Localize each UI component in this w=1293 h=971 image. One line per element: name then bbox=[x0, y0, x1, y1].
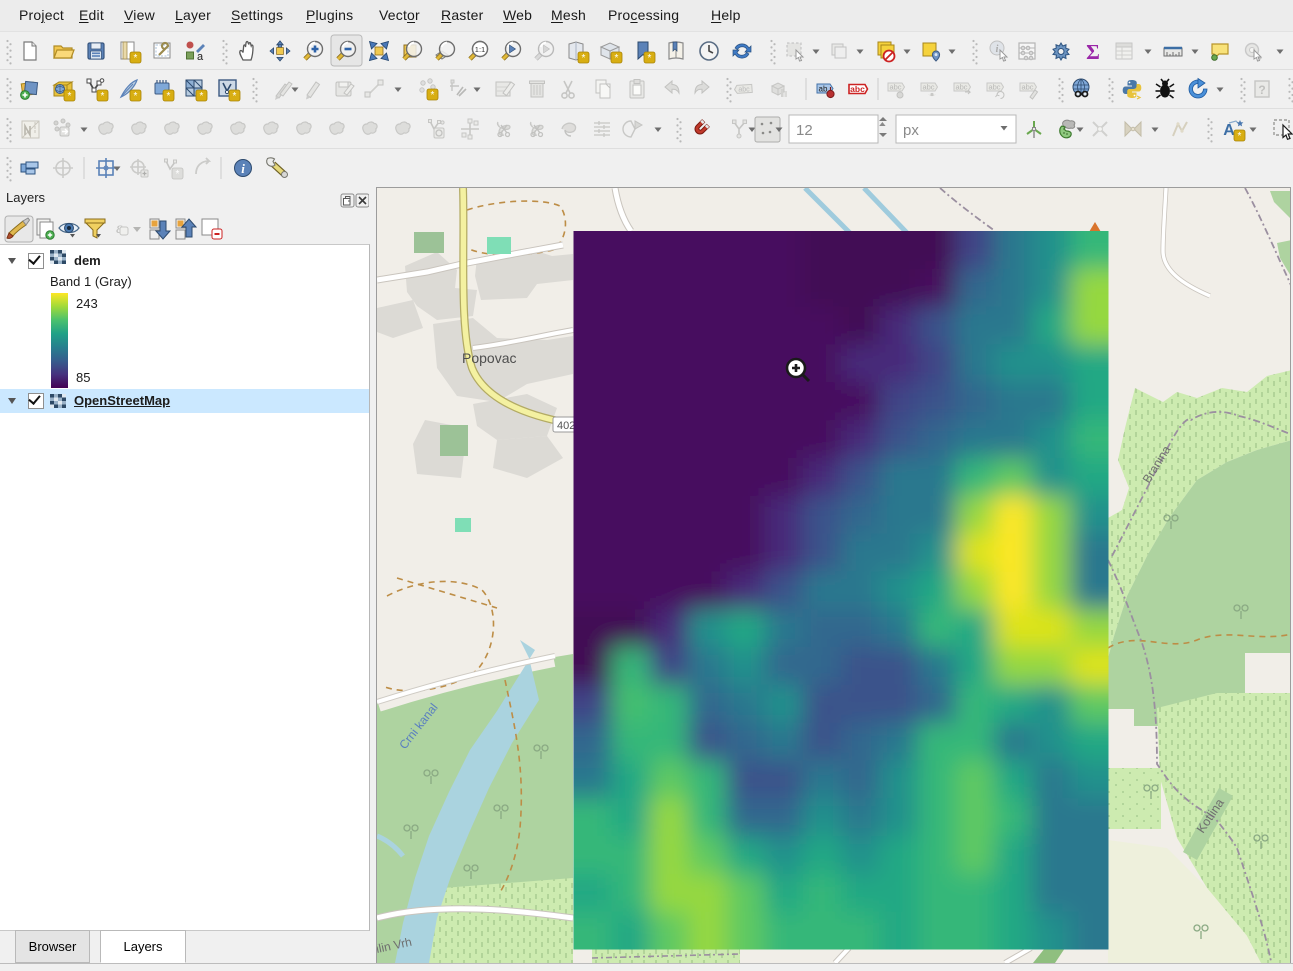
svg-text:*: * bbox=[134, 53, 138, 64]
svg-text:1:1: 1:1 bbox=[475, 45, 485, 54]
svg-text:Popovac: Popovac bbox=[462, 350, 516, 366]
svg-text:*: * bbox=[582, 53, 586, 64]
svg-text:*: * bbox=[200, 91, 204, 102]
svg-text:Σ: Σ bbox=[1086, 40, 1100, 64]
svg-text:*: * bbox=[68, 91, 72, 102]
svg-text:12: 12 bbox=[796, 122, 813, 139]
svg-text:abc: abc bbox=[988, 83, 1000, 92]
svg-text:ab: ab bbox=[819, 85, 828, 94]
svg-text:abc: abc bbox=[850, 84, 865, 94]
svg-text:*: * bbox=[176, 169, 180, 180]
svg-text:*: * bbox=[167, 91, 171, 102]
svg-text:i: i bbox=[241, 161, 245, 176]
svg-text:?: ? bbox=[1258, 83, 1265, 97]
svg-text:*: * bbox=[1238, 131, 1242, 142]
svg-text:abc: abc bbox=[1021, 83, 1033, 92]
svg-text:*: * bbox=[615, 53, 619, 64]
svg-text:abc: abc bbox=[889, 83, 901, 92]
svg-text:*: * bbox=[431, 90, 435, 101]
svg-text:*: * bbox=[101, 91, 105, 102]
svg-text:*: * bbox=[648, 53, 652, 64]
svg-text:abc: abc bbox=[922, 83, 934, 92]
svg-text:abc: abc bbox=[955, 83, 967, 92]
svg-text:402: 402 bbox=[557, 420, 575, 432]
svg-text:i: i bbox=[996, 44, 999, 55]
svg-text:px: px bbox=[903, 122, 919, 139]
svg-text:abc: abc bbox=[738, 87, 750, 94]
svg-text:a: a bbox=[197, 51, 204, 63]
svg-text:*: * bbox=[233, 91, 237, 102]
svg-text:*: * bbox=[134, 91, 138, 102]
svg-text:A: A bbox=[1223, 122, 1235, 139]
